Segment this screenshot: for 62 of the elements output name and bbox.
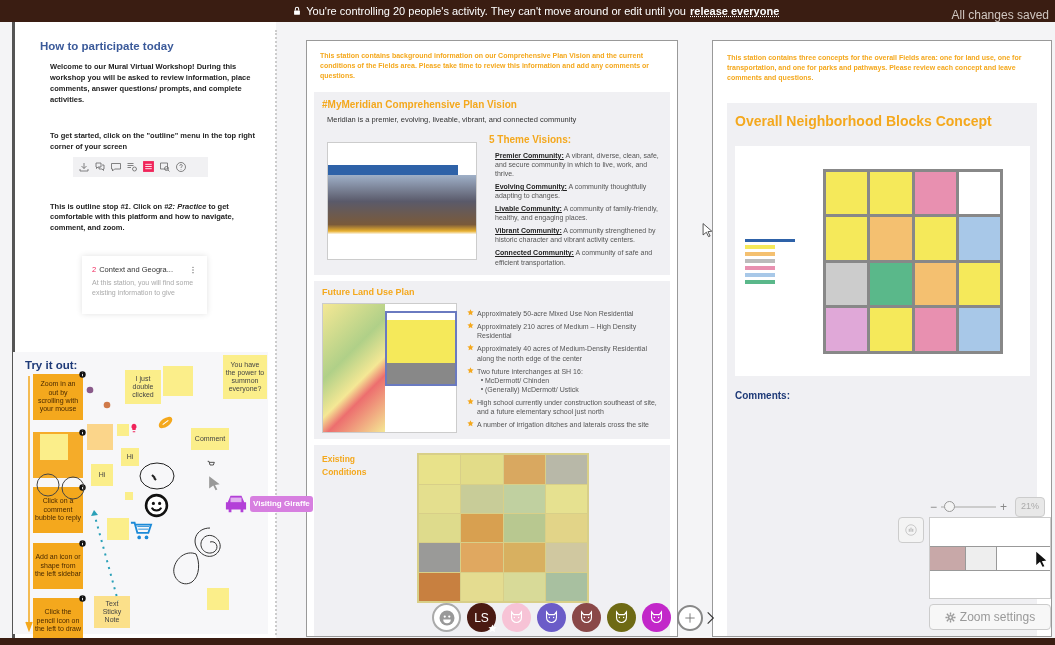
help-icon xyxy=(175,160,187,173)
card-title: Overall Neighborhood Blocks Concept xyxy=(735,112,993,132)
settings-icon xyxy=(944,611,956,623)
minimap[interactable] xyxy=(929,517,1051,599)
download-icon xyxy=(78,160,90,173)
smiley-icon xyxy=(437,608,456,627)
comments-label: Comments: xyxy=(735,389,791,404)
banner-message: You're controlling 20 people's activity. They can't move around or edit until you xyxy=(306,3,686,19)
save-status: All changes saved xyxy=(951,7,1050,24)
star-icon xyxy=(467,366,474,374)
outline-icon xyxy=(142,160,155,173)
zoom-settings-button[interactable]: Zoom settings xyxy=(929,604,1051,630)
animal-face-icon xyxy=(508,609,525,626)
section-title: How to participate today xyxy=(40,39,175,54)
hand-tool-button[interactable] xyxy=(898,517,924,543)
comments-icon xyxy=(94,160,106,173)
lightbulb-icon xyxy=(129,422,139,434)
zoom-percentage: 21% xyxy=(1015,497,1046,517)
info-icon xyxy=(79,429,86,436)
circles-drawing xyxy=(36,472,86,502)
activity-icon xyxy=(126,160,138,173)
star-icon xyxy=(467,397,474,405)
comment-icon xyxy=(110,160,122,173)
cursor-label: Visiting Giraffe xyxy=(250,496,313,512)
shopping-cart-icon xyxy=(128,520,154,542)
star-icon xyxy=(467,344,474,352)
info-icon xyxy=(79,595,86,602)
dot-icon xyxy=(86,386,94,394)
search-icon xyxy=(159,160,171,173)
card-title: #MyMeridian Comprehensive Plan Vision xyxy=(322,98,518,113)
lock-icon xyxy=(292,6,303,16)
star-icon xyxy=(488,624,497,633)
more-icon xyxy=(189,265,197,274)
dot-icon xyxy=(103,401,111,409)
star-icon xyxy=(467,322,474,330)
avatar-initials: LS xyxy=(474,609,489,627)
star-icon xyxy=(467,309,474,317)
star-icon xyxy=(467,420,474,428)
animal-face-icon xyxy=(543,609,560,626)
release-everyone-link[interactable]: release everyone xyxy=(690,2,780,20)
zoom-in-button[interactable]: + xyxy=(1000,497,1008,516)
animal-face-icon xyxy=(578,609,595,626)
car-icon xyxy=(223,493,249,515)
card-title: 5 Theme Visions: xyxy=(489,132,573,147)
animal-face-icon xyxy=(648,609,665,626)
card-title: Existing Conditions xyxy=(322,453,368,479)
plus-icon xyxy=(683,610,697,625)
section-title: Try it out: xyxy=(25,358,78,373)
zoom-out-button[interactable]: − xyxy=(930,497,937,516)
cursor-icon xyxy=(208,473,222,491)
cart-icon xyxy=(207,460,215,468)
smiley-icon xyxy=(144,493,169,518)
animal-face-icon xyxy=(613,609,630,626)
card-title: Future Land Use Plan xyxy=(322,285,416,299)
slider-thumb[interactable] xyxy=(944,500,956,512)
info-icon xyxy=(79,371,86,378)
add-collaborator-button[interactable] xyxy=(677,604,703,631)
info-icon xyxy=(79,484,86,491)
oval-drawing xyxy=(138,461,176,491)
chevron-right-icon xyxy=(706,610,715,625)
info-icon xyxy=(79,540,86,547)
football-icon xyxy=(156,414,175,431)
